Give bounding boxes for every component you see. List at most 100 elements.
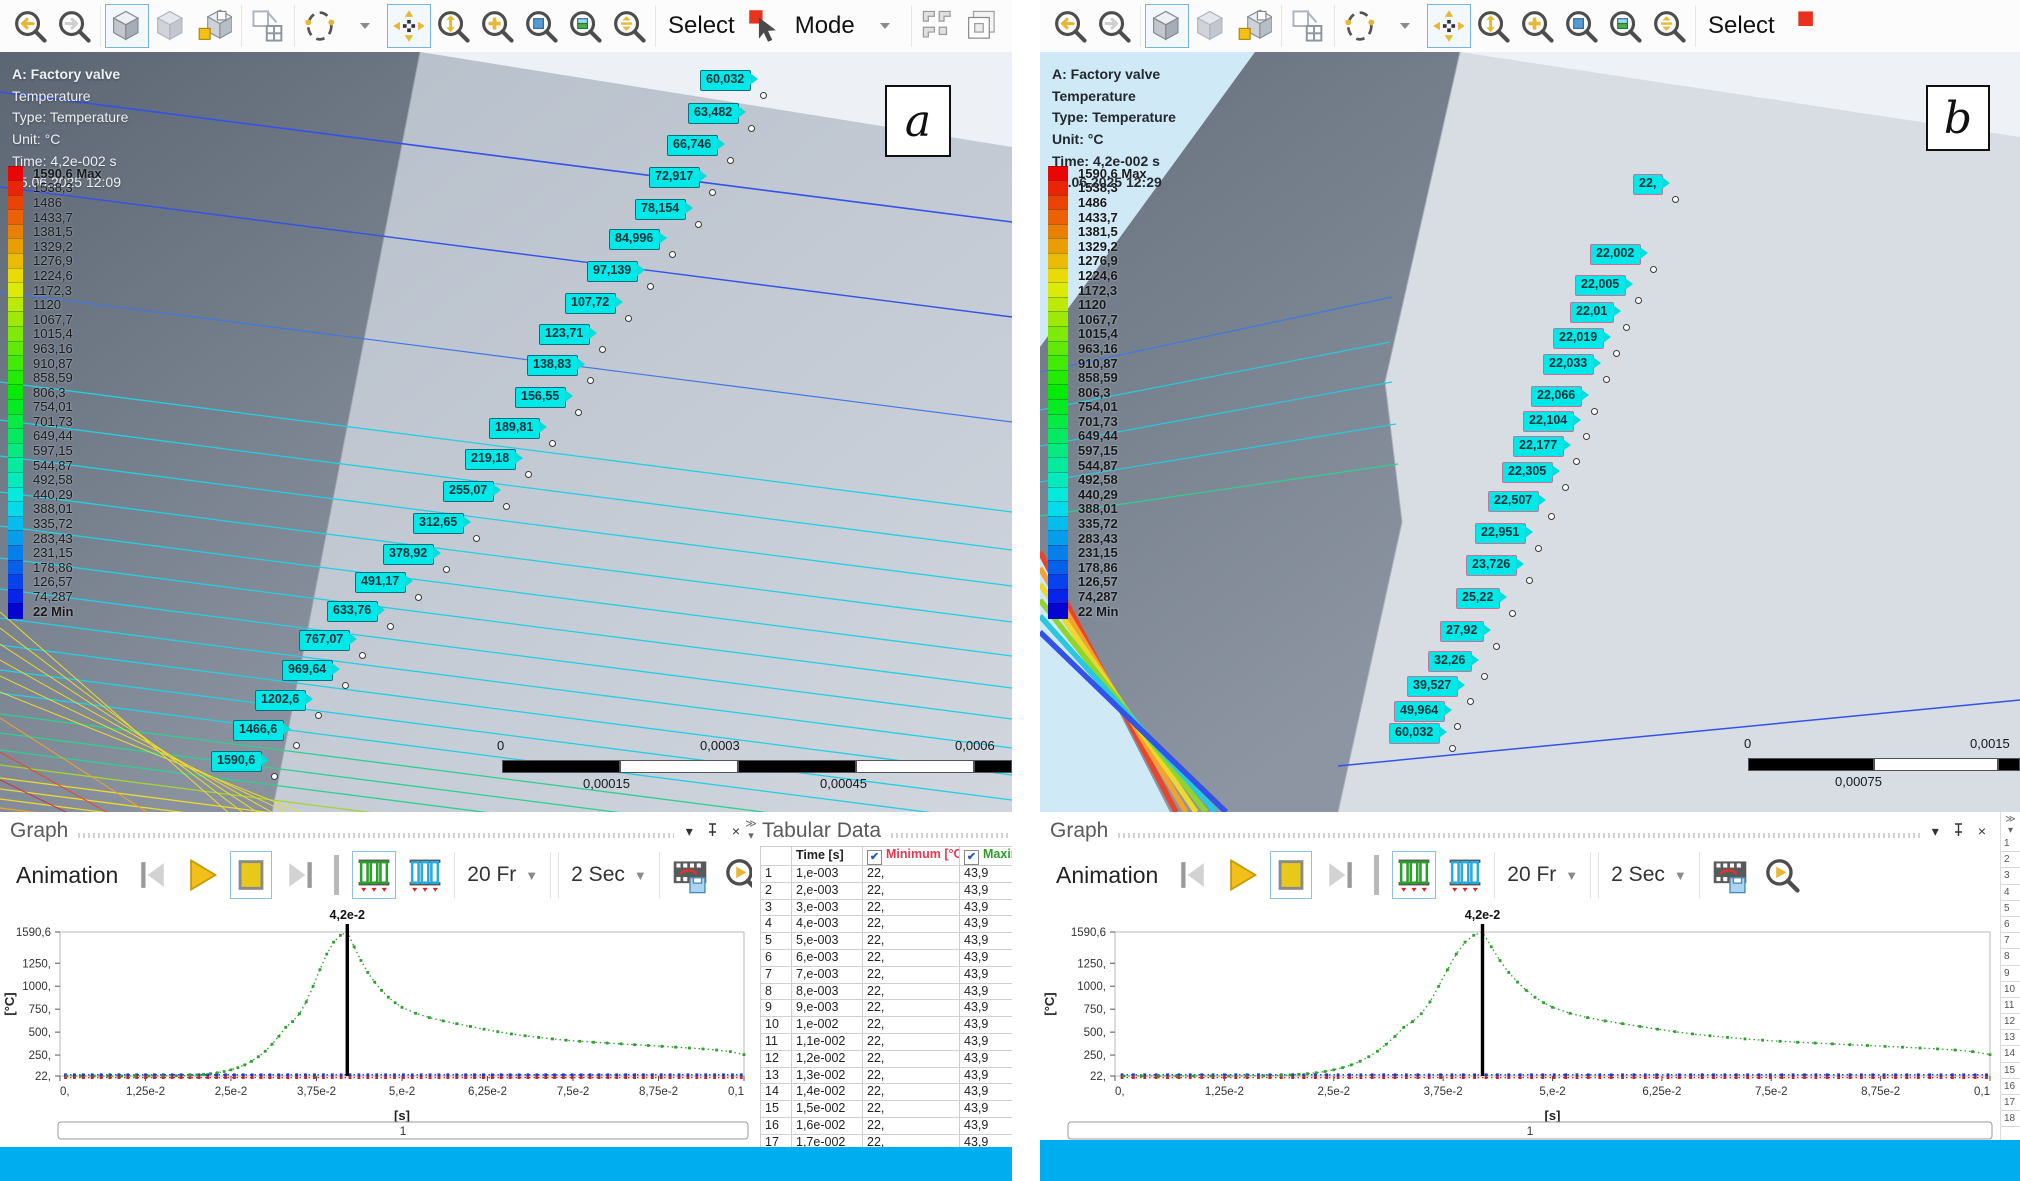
- time-column-header[interactable]: Time [s]: [792, 847, 863, 866]
- zoom-fit-icon[interactable]: [1471, 4, 1515, 48]
- caret-icon[interactable]: [863, 4, 907, 48]
- temperature-probe-tag[interactable]: 22,: [1633, 174, 1663, 195]
- shaded-cube-icon[interactable]: [149, 4, 193, 48]
- temperature-probe-tag[interactable]: 255,07: [443, 481, 494, 502]
- temperature-probe-tag[interactable]: 66,746: [667, 135, 718, 156]
- minimum-checkbox[interactable]: ✔: [867, 850, 882, 865]
- step-first-icon[interactable]: [1172, 851, 1214, 899]
- temperature-probe-tag[interactable]: 22,951: [1475, 523, 1526, 544]
- 2-sec-dropdown[interactable]: 2 Sec▼: [1598, 852, 1700, 898]
- isometric-view-icon[interactable]: [1145, 4, 1189, 48]
- table-row[interactable]: 99,e-00322,43,9: [761, 1000, 1013, 1017]
- panel-menu-caret-icon[interactable]: ▾: [684, 824, 695, 838]
- temperature-probe-tag[interactable]: 969,64: [282, 660, 333, 681]
- play-icon[interactable]: [1221, 851, 1263, 899]
- orbit-icon[interactable]: [299, 4, 343, 48]
- temperature-probe-tag[interactable]: 22,066: [1531, 386, 1582, 407]
- table-row[interactable]: 66,e-00322,43,9: [761, 949, 1013, 966]
- pan-icon[interactable]: [387, 4, 431, 48]
- table-row[interactable]: 55,e-00322,43,9: [761, 933, 1013, 950]
- temperature-probe-tag[interactable]: 1466,6: [233, 720, 284, 741]
- panel-menu-caret-icon[interactable]: ▾: [1930, 824, 1941, 838]
- table-row[interactable]: 11,e-00322,43,9: [761, 866, 1013, 883]
- find-animation-icon[interactable]: [1760, 851, 1804, 899]
- table-row[interactable]: 88,e-00322,43,9: [761, 983, 1013, 1000]
- table-row[interactable]: 131,3e-00222,43,9: [761, 1067, 1013, 1084]
- table-row[interactable]: 77,e-00322,43,9: [761, 966, 1013, 983]
- viewport-layout-icon[interactable]: [1286, 4, 1330, 48]
- stop-icon[interactable]: [230, 851, 272, 899]
- export-video-icon[interactable]: [1707, 851, 1753, 899]
- temperature-probe-tag[interactable]: 1202,6: [255, 690, 306, 711]
- temperature-probe-tag[interactable]: 22,177: [1513, 436, 1564, 457]
- table-row[interactable]: 121,2e-00222,43,9: [761, 1050, 1013, 1067]
- table-row[interactable]: 44,e-00322,43,9: [761, 916, 1013, 933]
- temperature-probe-tag[interactable]: 767,07: [299, 630, 350, 651]
- table-row[interactable]: 101,e-00222,43,9: [761, 1017, 1013, 1034]
- zoom-box-green-icon[interactable]: [1603, 4, 1647, 48]
- collapsed-tabular-strip[interactable]: ≫▾ 123456789101112131415161718: [2000, 812, 2020, 1140]
- caret-icon[interactable]: [1383, 4, 1427, 48]
- zoom-extents-icon[interactable]: [607, 4, 651, 48]
- temperature-probe-tag[interactable]: 22,104: [1523, 411, 1574, 432]
- zoom-redo-icon[interactable]: [52, 4, 96, 48]
- rotate-cube-icon[interactable]: [193, 4, 237, 48]
- temperature-probe-tag[interactable]: 97,139: [587, 261, 638, 282]
- close-icon[interactable]: ×: [1976, 824, 1988, 838]
- temperature-probe-tag[interactable]: 60,032: [1389, 723, 1440, 744]
- zoom-undo-icon[interactable]: [8, 4, 52, 48]
- temperature-probe-tag[interactable]: 156,55: [515, 387, 566, 408]
- pin-icon[interactable]: [1951, 823, 1966, 839]
- temperature-probe-tag[interactable]: 63,482: [688, 103, 739, 124]
- temperature-probe-tag[interactable]: 39,527: [1407, 676, 1458, 697]
- table-row[interactable]: 111,1e-00222,43,9: [761, 1033, 1013, 1050]
- temperature-probe-tag[interactable]: 1590,6: [211, 751, 262, 772]
- temperature-probe-tag[interactable]: 32,26: [1428, 651, 1472, 672]
- 20-fr-dropdown[interactable]: 20 Fr▼: [1494, 852, 1591, 898]
- stop-icon[interactable]: [1270, 851, 1312, 899]
- temperature-probe-tag[interactable]: 123,71: [539, 324, 590, 345]
- pan-icon[interactable]: [1427, 4, 1471, 48]
- minimum-column-header[interactable]: ✔Minimum [°C]: [863, 847, 960, 866]
- viewport-layout-icon[interactable]: [246, 4, 290, 48]
- zoom-extents-icon[interactable]: [1647, 4, 1691, 48]
- selection-filter-2-icon[interactable]: [960, 4, 1004, 48]
- viewport-a[interactable]: A: Factory valveTemperatureType: Tempera…: [0, 52, 1012, 812]
- zoom-in-icon[interactable]: [1515, 4, 1559, 48]
- temperature-probe-tag[interactable]: 189,81: [489, 418, 540, 439]
- isometric-view-icon[interactable]: [105, 4, 149, 48]
- temperature-probe-tag[interactable]: 22,005: [1575, 275, 1626, 296]
- select-cursor-cut-icon[interactable]: [1783, 4, 1827, 48]
- temperature-probe-tag[interactable]: 49,964: [1394, 701, 1445, 722]
- table-row[interactable]: 33,e-00322,43,9: [761, 899, 1013, 916]
- zoom-box-green-icon[interactable]: [563, 4, 607, 48]
- temperature-probe-tag[interactable]: 78,154: [635, 199, 686, 220]
- selection-filter-3-icon[interactable]: [1004, 4, 1012, 48]
- 2-sec-dropdown[interactable]: 2 Sec▼: [558, 852, 660, 898]
- table-row[interactable]: 22,e-00322,43,9: [761, 882, 1013, 899]
- result-bars-green-icon[interactable]: [1392, 851, 1436, 899]
- temperature-probe-tag[interactable]: 60,032: [700, 70, 751, 91]
- result-bars-blue-icon[interactable]: [403, 851, 447, 899]
- mode-label[interactable]: Mode: [795, 12, 855, 40]
- temperature-probe-tag[interactable]: 22,033: [1543, 354, 1594, 375]
- temperature-probe-tag[interactable]: 72,917: [649, 167, 700, 188]
- temperature-probe-tag[interactable]: 22,507: [1488, 491, 1539, 512]
- maximum-checkbox[interactable]: ✔: [964, 850, 979, 865]
- select-label[interactable]: Select: [668, 12, 735, 40]
- table-row[interactable]: 171,7e-00222,43,9: [761, 1134, 1013, 1147]
- orbit-icon[interactable]: [1339, 4, 1383, 48]
- temperature-probe-tag[interactable]: 633,76: [327, 601, 378, 622]
- select-label[interactable]: Select: [1708, 12, 1775, 40]
- result-bars-blue-icon[interactable]: [1443, 851, 1487, 899]
- zoom-box-blue-icon[interactable]: [519, 4, 563, 48]
- temperature-probe-tag[interactable]: 22,019: [1553, 328, 1604, 349]
- zoom-fit-icon[interactable]: [431, 4, 475, 48]
- pin-icon[interactable]: [705, 823, 720, 839]
- caret-icon[interactable]: [343, 4, 387, 48]
- temperature-probe-tag[interactable]: 312,65: [413, 513, 464, 534]
- temperature-probe-tag[interactable]: 138,83: [527, 355, 578, 376]
- step-first-icon[interactable]: [132, 851, 174, 899]
- temperature-probe-tag[interactable]: 27,92: [1440, 621, 1484, 642]
- temperature-probe-tag[interactable]: 84,996: [609, 229, 660, 250]
